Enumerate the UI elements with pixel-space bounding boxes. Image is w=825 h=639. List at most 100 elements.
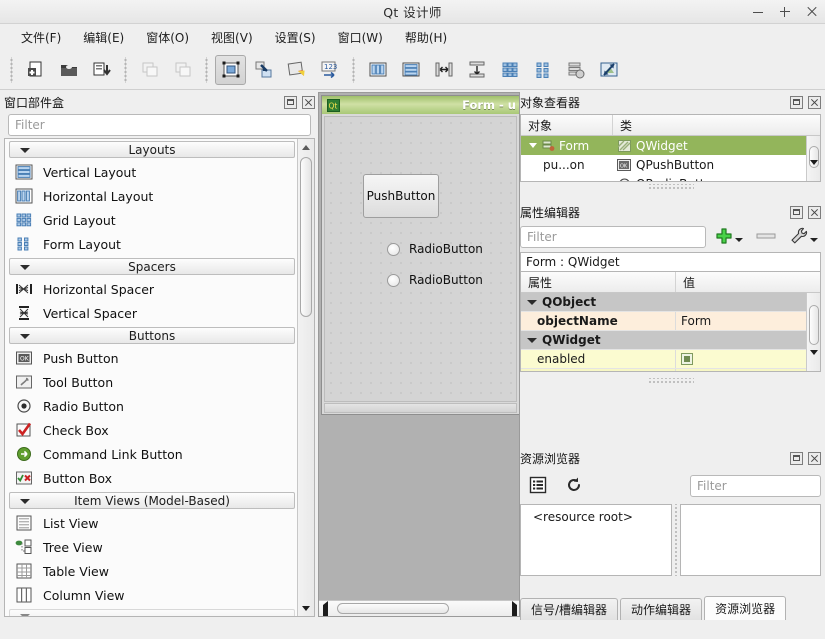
tab-action-editor[interactable]: 动作编辑器 bbox=[620, 598, 703, 620]
object-row-radiobutton[interactable]: ra...on QRadioButton bbox=[521, 174, 820, 181]
widget-item-command-link-button[interactable]: Command Link Button bbox=[5, 442, 298, 466]
property-row-enabled[interactable]: enabled bbox=[521, 350, 820, 369]
property-value-cell[interactable]: Form bbox=[681, 314, 711, 328]
menu-settings[interactable]: 设置(S) bbox=[264, 26, 327, 49]
new-form-icon[interactable] bbox=[20, 55, 51, 85]
widget-item-list-view[interactable]: List View bbox=[5, 511, 298, 535]
object-inspector-float-button[interactable] bbox=[790, 95, 803, 109]
dock-resize-handle[interactable] bbox=[648, 378, 694, 383]
menu-view[interactable]: 视图(V) bbox=[200, 26, 264, 49]
widget-item-vertical-spacer[interactable]: Vertical Spacer bbox=[5, 301, 298, 325]
object-inspector-scrollbar[interactable] bbox=[806, 136, 820, 181]
close-button[interactable] bbox=[805, 5, 819, 19]
widget-box-float-button[interactable] bbox=[284, 95, 297, 109]
form-window[interactable]: Qt Form - u PushButton RadioButton Radio… bbox=[321, 95, 519, 415]
widget-item-check-box[interactable]: Check Box bbox=[5, 418, 298, 442]
widget-item-push-button[interactable]: OK Push Button bbox=[5, 346, 298, 370]
edit-signals-slots-icon[interactable] bbox=[248, 55, 279, 85]
widget-item-tree-view[interactable]: Tree View bbox=[5, 535, 298, 559]
property-row-objectname[interactable]: objectName Form bbox=[521, 312, 820, 331]
property-group-qwidget[interactable]: QWidget bbox=[521, 331, 820, 350]
add-property-button[interactable] bbox=[714, 226, 743, 249]
column-header-class[interactable]: 类 bbox=[613, 115, 820, 135]
widget-box-scrollbar[interactable] bbox=[297, 139, 314, 616]
form-canvas[interactable]: PushButton RadioButton RadioButton bbox=[324, 116, 517, 402]
property-filter-input[interactable]: Filter bbox=[520, 226, 706, 248]
object-inspector-close-button[interactable] bbox=[808, 95, 821, 109]
category-buttons[interactable]: Buttons bbox=[9, 327, 295, 344]
break-layout-icon[interactable] bbox=[560, 55, 591, 85]
dock-resize-handle[interactable] bbox=[648, 184, 694, 189]
property-row-geometry[interactable]: geometry [(0, 0), 400 x 300] bbox=[521, 369, 820, 372]
layout-splitter-vertical-icon[interactable] bbox=[461, 55, 492, 85]
undo-icon[interactable] bbox=[134, 55, 165, 85]
open-form-icon[interactable] bbox=[53, 55, 84, 85]
property-editor-close-button[interactable] bbox=[808, 205, 821, 219]
form-window-titlebar[interactable]: Qt Form - u bbox=[322, 96, 519, 114]
scroll-left-arrow-icon[interactable] bbox=[323, 601, 328, 616]
chevron-down-icon[interactable] bbox=[810, 238, 818, 242]
category-layouts[interactable]: Layouts bbox=[9, 141, 295, 158]
tab-resource-browser[interactable]: 资源浏览器 bbox=[704, 596, 787, 620]
category-spacers[interactable]: Spacers bbox=[9, 258, 295, 275]
column-header-value[interactable]: 值 bbox=[676, 272, 820, 292]
mdi-area[interactable]: Qt Form - u PushButton RadioButton Radio… bbox=[318, 92, 520, 617]
widget-item-tool-button[interactable]: Tool Button bbox=[5, 370, 298, 394]
resource-root-item[interactable]: <resource root> bbox=[521, 505, 671, 524]
menu-help[interactable]: 帮助(H) bbox=[394, 26, 458, 49]
category-item-views[interactable]: Item Views (Model-Based) bbox=[9, 492, 295, 509]
maximize-button[interactable] bbox=[778, 5, 792, 19]
mdi-horizontal-scrollbar[interactable] bbox=[319, 600, 519, 616]
widget-item-column-view[interactable]: Column View bbox=[5, 583, 298, 607]
layout-form-icon[interactable] bbox=[527, 55, 558, 85]
widget-box-close-button[interactable] bbox=[302, 95, 315, 109]
layout-vertical-icon[interactable] bbox=[395, 55, 426, 85]
chevron-down-icon[interactable] bbox=[735, 238, 743, 242]
menu-window[interactable]: 窗口(W) bbox=[327, 26, 394, 49]
resource-filter-input[interactable]: Filter bbox=[690, 475, 821, 497]
scroll-down-arrow-icon[interactable] bbox=[810, 350, 818, 369]
object-inspector-tree[interactable]: 对象 类 Form QWidget pu...on OK QPushButton bbox=[520, 114, 821, 182]
scroll-down-arrow-icon[interactable] bbox=[810, 160, 818, 179]
form-radio-button-2[interactable]: RadioButton bbox=[387, 273, 483, 287]
configure-property-button[interactable] bbox=[789, 226, 818, 249]
toolbar-handle-2[interactable] bbox=[122, 56, 129, 83]
resource-browser-close-button[interactable] bbox=[808, 451, 821, 465]
resource-tree-panel[interactable]: <resource root> bbox=[520, 504, 672, 576]
widget-item-button-box[interactable]: Button Box bbox=[5, 466, 298, 490]
toolbar-handle[interactable] bbox=[8, 56, 15, 83]
widget-item-form-layout[interactable]: Form Layout bbox=[5, 232, 298, 256]
mdi-scrollbar-thumb[interactable] bbox=[337, 603, 449, 614]
category-item-widgets-partial[interactable] bbox=[9, 609, 295, 616]
property-editor-grid[interactable]: 属性 值 QObject objectName Form QWidget ena… bbox=[520, 271, 821, 372]
scrollbar-thumb[interactable] bbox=[809, 305, 819, 345]
redo-icon[interactable] bbox=[167, 55, 198, 85]
widget-item-grid-layout[interactable]: Grid Layout bbox=[5, 208, 298, 232]
column-header-object[interactable]: 对象 bbox=[521, 115, 613, 135]
widget-box-list[interactable]: Layouts Vertical Layout Horizontal Layou… bbox=[4, 138, 315, 617]
column-header-property[interactable]: 属性 bbox=[521, 272, 676, 292]
menu-edit[interactable]: 编辑(E) bbox=[72, 26, 135, 49]
property-value-cell[interactable]: [(0, 0), 400 x 300] bbox=[681, 371, 791, 372]
widget-item-vertical-layout[interactable]: Vertical Layout bbox=[5, 160, 298, 184]
form-window-resize-edge[interactable] bbox=[324, 403, 517, 413]
layout-horizontal-icon[interactable] bbox=[362, 55, 393, 85]
resource-reload-button[interactable] bbox=[556, 476, 592, 497]
resource-list-mode-button[interactable] bbox=[520, 476, 556, 497]
widget-box-filter-input[interactable]: Filter bbox=[8, 114, 311, 136]
tab-signal-slot-editor[interactable]: 信号/槽编辑器 bbox=[520, 598, 619, 620]
form-radio-button-1[interactable]: RadioButton bbox=[387, 242, 483, 256]
resource-preview-panel[interactable] bbox=[680, 504, 821, 576]
edit-buddies-icon[interactable] bbox=[281, 55, 312, 85]
widget-item-radio-button[interactable]: Radio Button bbox=[5, 394, 298, 418]
remove-property-button[interactable] bbox=[755, 230, 777, 245]
object-row-form[interactable]: Form QWidget bbox=[521, 136, 820, 155]
property-editor-float-button[interactable] bbox=[790, 205, 803, 219]
property-editor-scrollbar[interactable] bbox=[806, 293, 820, 371]
form-push-button[interactable]: PushButton bbox=[363, 174, 439, 218]
resource-browser-float-button[interactable] bbox=[790, 451, 803, 465]
scroll-down-arrow-icon[interactable] bbox=[298, 600, 314, 616]
chevron-down-icon[interactable] bbox=[527, 299, 537, 305]
resource-splitter-handle[interactable] bbox=[672, 504, 680, 576]
enabled-checkbox[interactable] bbox=[681, 353, 693, 365]
